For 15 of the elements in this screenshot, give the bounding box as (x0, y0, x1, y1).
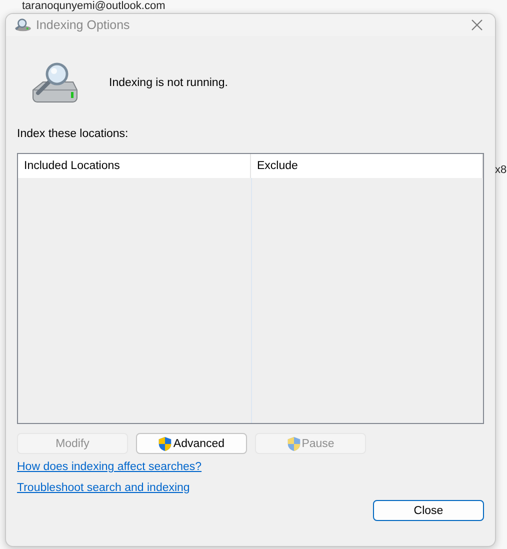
help-link[interactable]: Troubleshoot search and indexing (17, 482, 190, 494)
status-text: Indexing is not running. (109, 77, 228, 89)
close-icon[interactable] (469, 17, 485, 33)
shield-icon (158, 436, 172, 452)
dialog-button[interactable]: Advanced (136, 433, 247, 454)
section-label: Index these locations: (17, 128, 130, 140)
window-title: Indexing Options (36, 18, 131, 32)
drive-search-icon (14, 18, 32, 32)
help-link[interactable]: How does indexing affect searches? (17, 461, 202, 473)
account-email: taranoqunyemi@outlook.com (22, 0, 166, 12)
column-header[interactable]: Exclude (251, 154, 483, 178)
close-button[interactable]: Close (373, 500, 484, 521)
background-text: x8 (495, 164, 507, 176)
column-header[interactable]: Included Locations (18, 154, 251, 178)
shield-icon (286, 436, 301, 452)
